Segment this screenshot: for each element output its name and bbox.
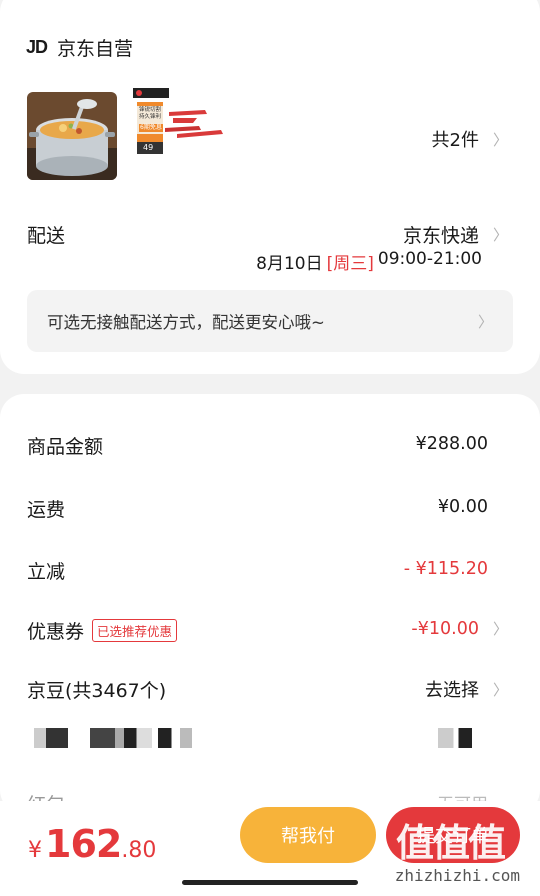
jd-beans-action: 去选择 [424, 680, 479, 701]
knife-badge-line-2: 持久锋利 [139, 114, 162, 120]
blurred-block [158, 728, 192, 748]
shipping-hours: 09:00-21:00 [377, 249, 482, 269]
jd-beans-label: 京豆(共3467个) [27, 680, 167, 702]
jd-logo: JD [26, 37, 48, 57]
knife-badge-line-1: 锋锐切割 [139, 107, 162, 113]
store-name: 京东自营 [57, 38, 134, 60]
contactless-text: 可选无接触配送方式，配送更安心哦~ [47, 313, 325, 332]
home-indicator[interactable] [182, 880, 358, 885]
coupon-label: 优惠券 [27, 621, 85, 643]
goods-amount-value: ¥288.00 [415, 434, 488, 454]
shipping-time[interactable]: 8月10日 [周三] 09:00-21:00 [256, 249, 482, 274]
contactless-delivery-banner[interactable]: 可选无接触配送方式，配送更安心哦~ 〉 [27, 290, 513, 352]
shipping-label: 配送 [27, 225, 66, 247]
coupon-value: -¥10.00 [411, 618, 479, 639]
freight-label: 运费 [27, 499, 66, 521]
chevron-right-icon: 〉 [492, 130, 508, 149]
instant-discount-label: 立减 [27, 561, 66, 583]
knife-badge-discount: 6期免息 [139, 124, 163, 132]
instant-discount-value: - ¥115.20 [403, 559, 488, 579]
coupon-row[interactable]: 优惠券 已选推荐优惠 [27, 617, 178, 644]
blurred-block [438, 728, 472, 748]
price-integer: 162 [45, 822, 122, 866]
currency-symbol: ¥ [28, 838, 42, 863]
shipping-date: 8月10日 [256, 254, 323, 274]
help-me-pay-button[interactable]: 帮我付 [240, 807, 376, 863]
jd-beans-select[interactable]: 去选择 〉 [425, 676, 508, 702]
coupon-recommend-tag: 已选推荐优惠 [92, 619, 178, 642]
chevron-right-icon: 〉 [477, 312, 493, 331]
price-decimal: .80 [121, 838, 157, 863]
shipping-method[interactable]: 京东快递 〉 [403, 221, 508, 248]
freight-value: ¥0.00 [437, 497, 488, 517]
product-thumb-pot[interactable] [27, 92, 117, 180]
coupon-value-link[interactable]: -¥10.00 〉 [411, 618, 508, 639]
goods-amount-label: 商品金额 [27, 436, 104, 458]
store-header[interactable]: JD 京东自营 [26, 34, 133, 61]
chevron-right-icon: 〉 [492, 680, 508, 699]
watermark-logo: 值值值 [396, 821, 506, 865]
total-price: ¥ 162 .80 [28, 822, 156, 866]
item-count[interactable]: 共2件 〉 [432, 126, 508, 152]
watermark-url: zhizhizhi.com [394, 866, 520, 885]
blurred-block [34, 728, 68, 748]
shipping-method-label: 京东快递 [402, 225, 479, 247]
knife-badge-price: 49 [143, 143, 154, 152]
product-thumb-knife[interactable]: 锋锐切割 持久锋利 6期免息 49 [133, 88, 229, 170]
blurred-block [90, 728, 152, 748]
shipping-weekday: [周三] [326, 254, 374, 274]
chevron-right-icon: 〉 [492, 620, 508, 638]
item-count-label: 共2件 [431, 130, 479, 151]
pot-image [27, 92, 117, 180]
chevron-right-icon: 〉 [492, 226, 508, 244]
